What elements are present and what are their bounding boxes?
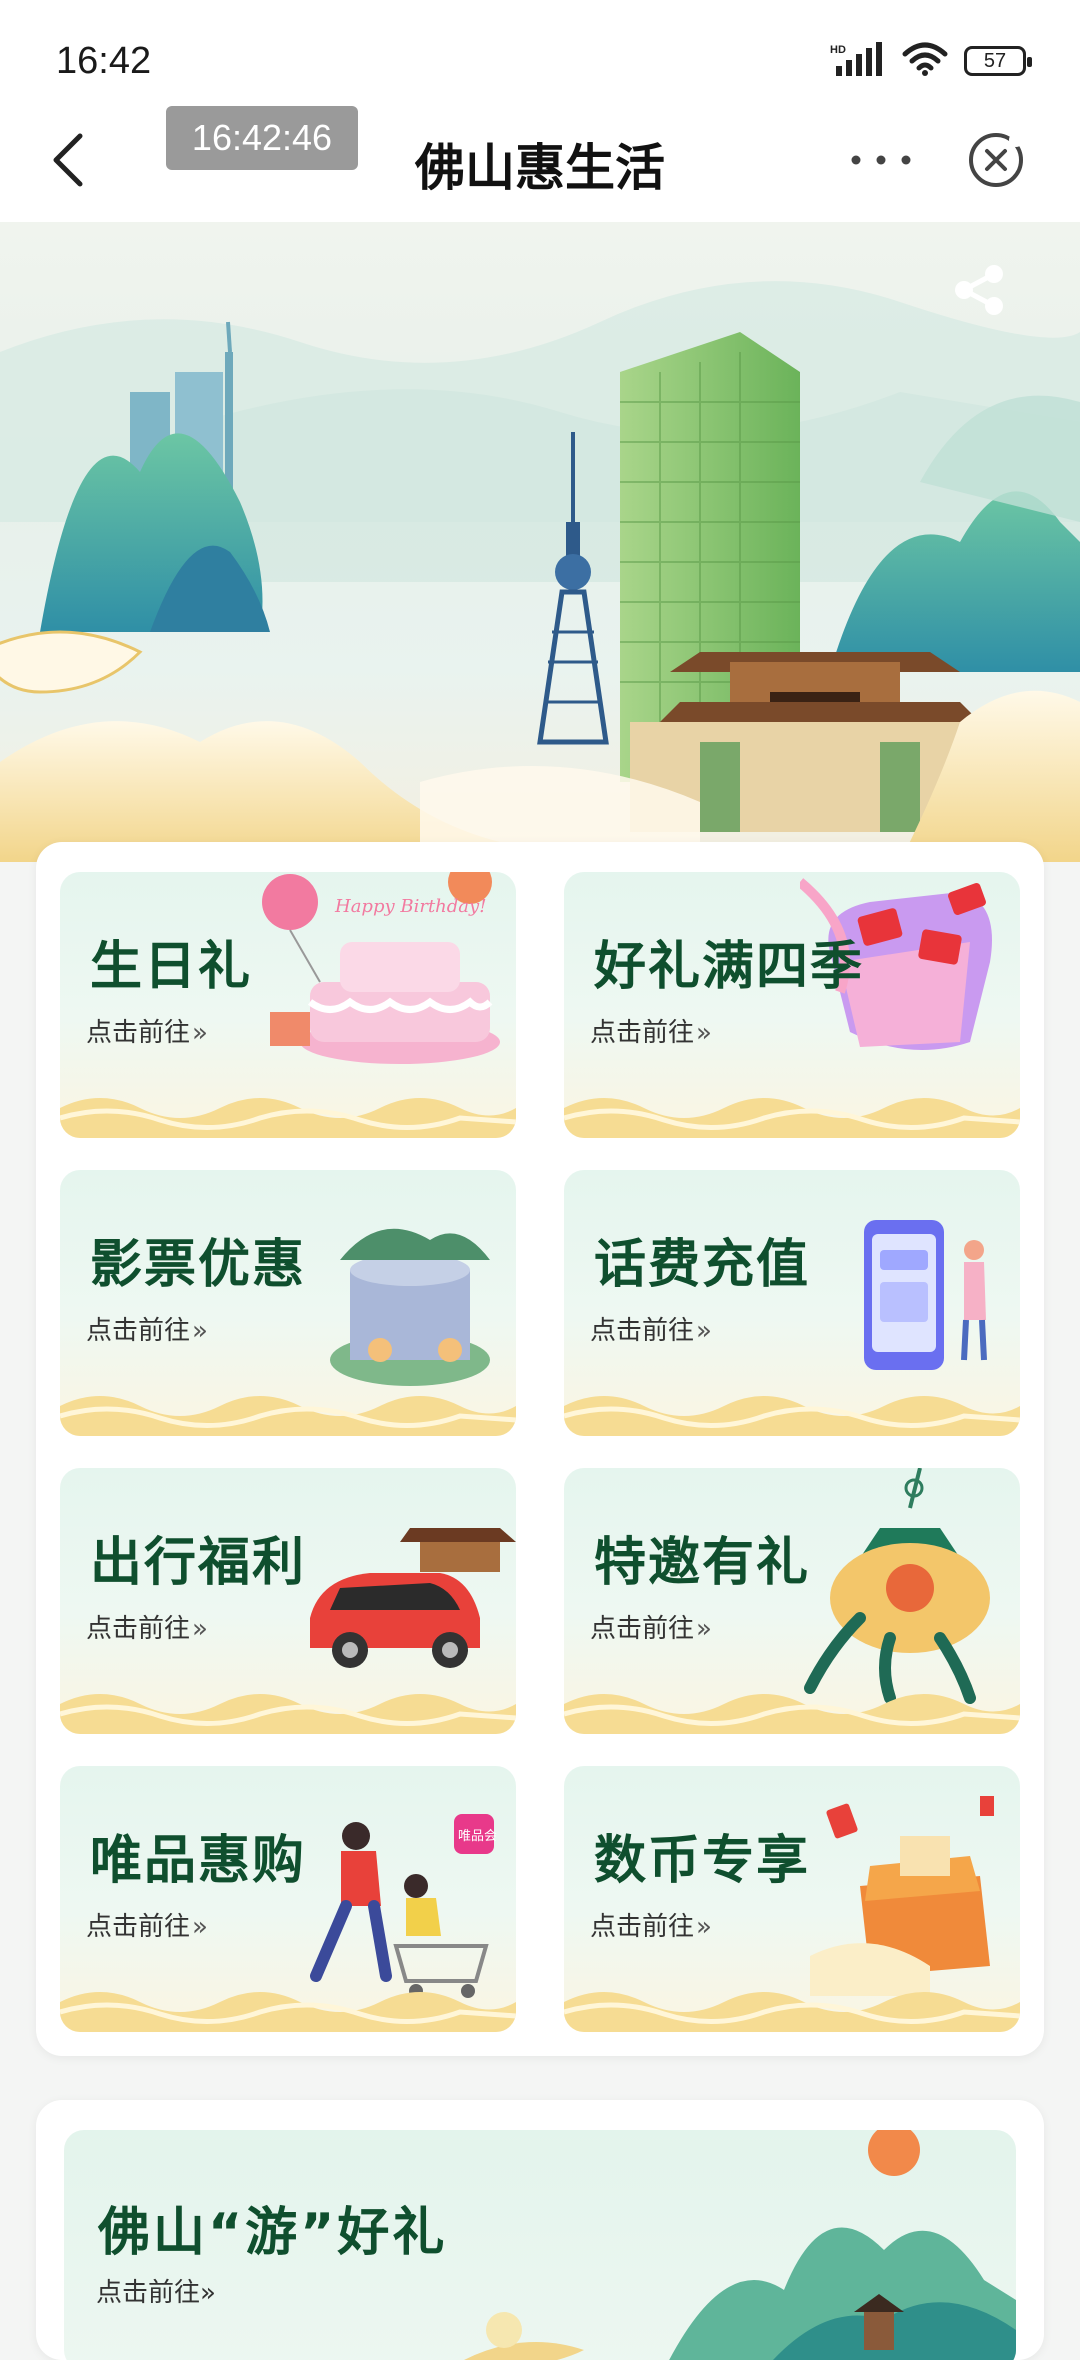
tile-seasonal-gifts[interactable]: 好礼满四季 点击前往» (564, 872, 1020, 1138)
status-bar: 16:42 HD 57 (0, 0, 1080, 100)
tile-link: 点击前往» (590, 1310, 712, 1347)
double-chevron-icon: » (192, 1018, 208, 1048)
cloud-wave-decoration (564, 1396, 1020, 1436)
benefits-grid-card: Happy Birthday! 生日礼 点击前往» 好礼满四季 点击前往» 影票… (36, 842, 1044, 2056)
tile-title: 唯品惠购 (90, 1831, 307, 1891)
double-chevron-icon: » (192, 1912, 208, 1942)
share-button[interactable] (950, 260, 1010, 320)
cloud-wave-decoration (564, 1694, 1020, 1734)
movie-theater-icon (330, 1228, 490, 1386)
more-button[interactable] (846, 140, 916, 180)
tile-link-label: 点击前往 (86, 1018, 191, 1048)
share-icon (955, 265, 1003, 315)
tile-link: 点击前往» (86, 1608, 208, 1645)
tile-link: 点击前往» (590, 1906, 712, 1943)
battery-icon: 57 (964, 46, 1032, 76)
cloud-wave-decoration (60, 1396, 516, 1436)
double-chevron-icon: » (696, 1018, 712, 1048)
tile-title: 特邀有礼 (594, 1533, 811, 1593)
tile-link-label: 点击前往 (86, 1614, 191, 1644)
vip-badge-text: 唯品会 (458, 1829, 497, 1844)
tile-link-label: 点击前往 (590, 1018, 695, 1048)
tile-title: 生日礼 (90, 937, 253, 997)
tile-movie-tickets[interactable]: 影票优惠 点击前往» (60, 1170, 516, 1436)
tile-phone-recharge[interactable]: 话费充值 点击前往» (564, 1170, 1020, 1436)
tile-link: 点击前往» (86, 1012, 208, 1049)
tile-link: 点击前往» (96, 2272, 216, 2309)
double-chevron-icon: » (696, 1614, 712, 1644)
hero-banner (0, 222, 1080, 862)
tile-link-label: 点击前往 (590, 1614, 695, 1644)
tile-link: 点击前往» (590, 1608, 712, 1645)
tile-title: 佛山“游”好礼 (98, 2203, 448, 2263)
cloud-wave-decoration (60, 1992, 516, 2032)
tile-digital-currency[interactable]: 数币专享 点击前往» (564, 1766, 1020, 2032)
double-chevron-icon: » (192, 1614, 208, 1644)
nav-bar: 16:42:46 佛山惠生活 (0, 100, 1080, 222)
tile-birthday-gift[interactable]: Happy Birthday! 生日礼 点击前往» (60, 872, 516, 1138)
lucky-sachet-icon (804, 1468, 990, 1704)
more-dots-icon (851, 155, 911, 165)
tile-link: 点击前往» (86, 1906, 208, 1943)
battery-level: 57 (983, 49, 1007, 72)
tile-link-label: 点击前往 (86, 1912, 191, 1942)
page-title: 佛山惠生活 (415, 139, 665, 197)
tile-link-label: 点击前往 (590, 1316, 695, 1346)
birthday-art-text: Happy Birthday! (334, 896, 486, 917)
cloud-wave-decoration (60, 1694, 516, 1734)
red-envelope-box-icon (810, 1796, 994, 1996)
tile-title: 出行福利 (90, 1533, 307, 1593)
double-chevron-icon: » (200, 2278, 216, 2308)
car-icon (310, 1528, 516, 1668)
double-chevron-icon: » (696, 1912, 712, 1942)
tile-travel-benefits[interactable]: 出行福利 点击前往» (60, 1468, 516, 1734)
tile-title: 数币专享 (594, 1831, 811, 1891)
network-type-label: HD (830, 44, 846, 56)
tile-vip-shopping[interactable]: 唯品会 唯品惠购 点击前往» (60, 1766, 516, 2032)
double-chevron-icon: » (696, 1316, 712, 1346)
tile-link-label: 点击前往 (590, 1912, 695, 1942)
wifi-icon (902, 42, 948, 80)
tile-link: 点击前往» (590, 1012, 712, 1049)
tile-link: 点击前往» (86, 1310, 208, 1347)
mountain-landscape-icon (464, 2130, 1016, 2360)
cloud-wave-decoration (564, 1098, 1020, 1138)
tile-title: 话费充值 (594, 1235, 811, 1295)
city-landscape-illustration (0, 281, 1080, 862)
signal-icon: HD (830, 42, 886, 80)
tile-link-label: 点击前往 (86, 1316, 191, 1346)
status-icons: HD 57 (830, 42, 1032, 80)
tile-title: 影票优惠 (90, 1235, 307, 1295)
travel-gift-card: 佛山“游”好礼 点击前往» (36, 2100, 1044, 2360)
close-button[interactable] (966, 130, 1026, 190)
tile-foshan-travel-gift[interactable]: 佛山“游”好礼 点击前往» (64, 2130, 1016, 2360)
tile-link-label: 点击前往 (96, 2278, 201, 2308)
cloud-wave-decoration (60, 1098, 516, 1138)
tile-title: 好礼满四季 (594, 937, 865, 997)
close-circle-icon (969, 133, 1023, 187)
tile-invitation-gift[interactable]: 特邀有礼 点击前往» (564, 1468, 1020, 1734)
cloud-wave-decoration (564, 1992, 1020, 2032)
double-chevron-icon: » (192, 1316, 208, 1346)
phone-recharge-icon (864, 1220, 987, 1370)
birthday-cake-icon: Happy Birthday! (262, 872, 500, 1064)
status-time: 16:42 (56, 40, 152, 82)
